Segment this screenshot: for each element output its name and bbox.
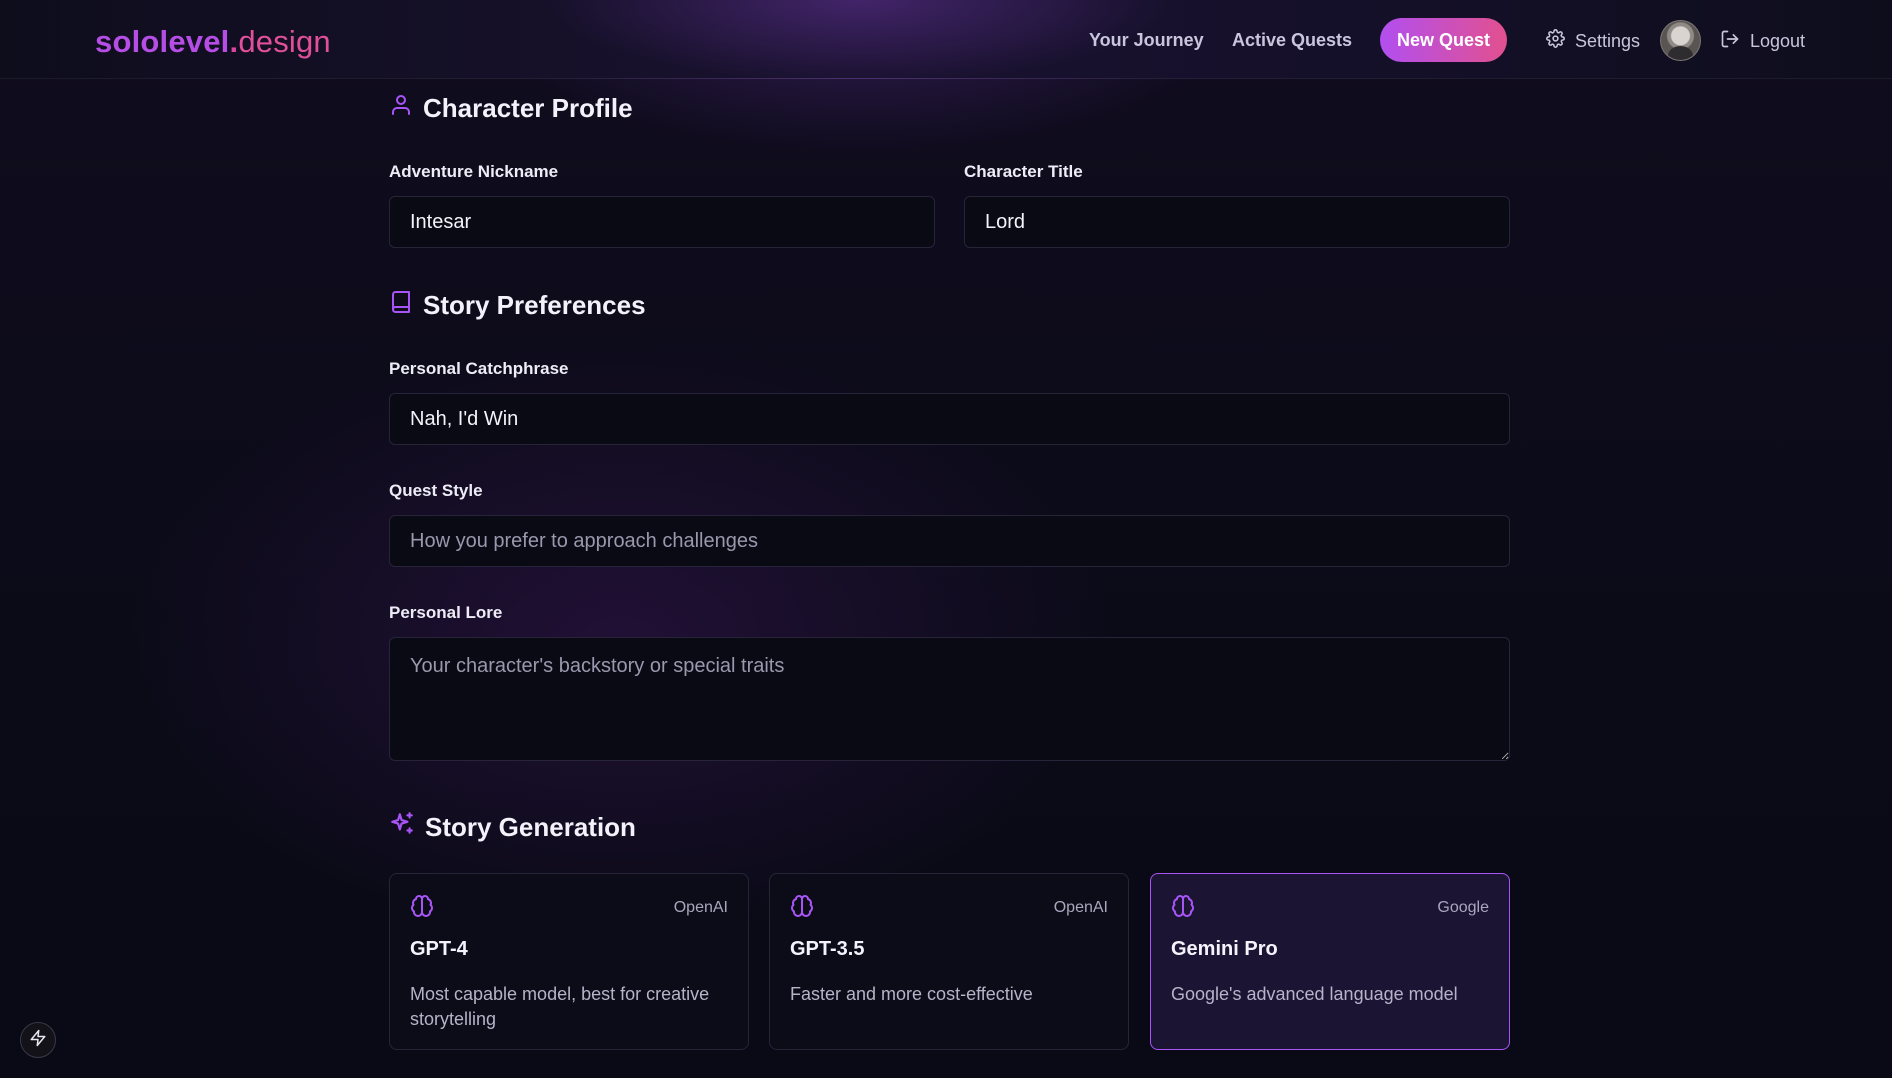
user-icon bbox=[389, 93, 413, 124]
model-card-gpt-4[interactable]: OpenAI GPT-4 Most capable model, best fo… bbox=[389, 873, 749, 1050]
logout-icon bbox=[1720, 29, 1740, 54]
quest-style-input[interactable] bbox=[389, 515, 1510, 567]
character-profile-heading: Character Profile bbox=[389, 93, 633, 124]
logo-dot: . bbox=[229, 24, 239, 59]
character-title-label: Character Title bbox=[964, 162, 1083, 181]
top-navigation-bar: sololevel.design Your Journey Active Que… bbox=[0, 0, 1892, 79]
settings-label: Settings bbox=[1575, 30, 1641, 51]
model-provider: OpenAI bbox=[673, 899, 728, 916]
adventure-nickname-input[interactable] bbox=[389, 196, 935, 248]
story-preferences-title: Story Preferences bbox=[423, 290, 646, 320]
lightning-icon bbox=[29, 1029, 47, 1052]
new-quest-button[interactable]: New Quest bbox=[1380, 18, 1507, 62]
nav-link-your-journey[interactable]: Your Journey bbox=[1089, 30, 1204, 51]
story-generation-title: Story Generation bbox=[425, 812, 636, 842]
gear-icon bbox=[1546, 29, 1565, 53]
logout-label: Logout bbox=[1750, 30, 1806, 51]
model-name: Gemini Pro bbox=[1171, 938, 1278, 960]
logo-tld-text: design bbox=[238, 24, 331, 59]
personal-catchphrase-label: Personal Catchphrase bbox=[389, 359, 569, 378]
nav-link-active-quests[interactable]: Active Quests bbox=[1232, 30, 1352, 51]
model-description: Most capable model, best for creative st… bbox=[410, 984, 710, 1029]
adventure-nickname-label: Adventure Nickname bbox=[389, 162, 559, 181]
book-icon bbox=[389, 290, 413, 321]
brain-icon bbox=[1171, 894, 1195, 923]
logout-link[interactable]: Logout bbox=[1720, 29, 1805, 53]
story-preferences-heading: Story Preferences bbox=[389, 290, 646, 321]
sparkles-icon bbox=[389, 811, 415, 844]
brain-icon bbox=[790, 894, 814, 923]
settings-link[interactable]: Settings bbox=[1546, 29, 1640, 53]
character-title-input[interactable] bbox=[964, 196, 1510, 248]
personal-lore-textarea[interactable] bbox=[389, 637, 1510, 761]
personal-catchphrase-input[interactable] bbox=[389, 393, 1510, 445]
logo-brand-text: sololevel bbox=[95, 24, 230, 59]
model-description: Google's advanced language model bbox=[1171, 984, 1458, 1004]
story-generation-heading: Story Generation bbox=[389, 811, 636, 844]
site-logo[interactable]: sololevel.design bbox=[95, 22, 331, 62]
model-provider: OpenAI bbox=[1053, 899, 1108, 916]
brain-icon bbox=[410, 894, 434, 923]
dev-tools-button[interactable] bbox=[20, 1022, 56, 1058]
model-card-gpt-3-5[interactable]: OpenAI GPT-3.5 Faster and more cost-effe… bbox=[769, 873, 1129, 1050]
personal-lore-label: Personal Lore bbox=[389, 603, 503, 622]
model-provider: Google bbox=[1437, 899, 1489, 916]
character-profile-title: Character Profile bbox=[423, 93, 633, 123]
model-name: GPT-4 bbox=[410, 938, 468, 960]
quest-style-label: Quest Style bbox=[389, 481, 483, 500]
model-card-gemini-pro[interactable]: Google Gemini Pro Google's advanced lang… bbox=[1150, 873, 1510, 1050]
model-description: Faster and more cost-effective bbox=[790, 984, 1033, 1004]
user-avatar[interactable] bbox=[1660, 20, 1701, 61]
model-name: GPT-3.5 bbox=[790, 938, 865, 960]
